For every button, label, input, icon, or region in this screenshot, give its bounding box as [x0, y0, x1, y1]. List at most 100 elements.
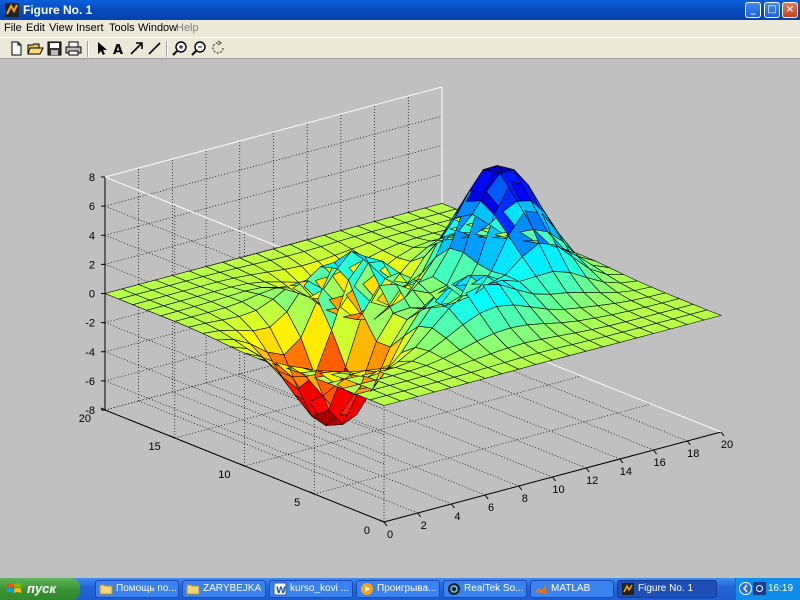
- x-tick-label: 10: [552, 484, 564, 496]
- menu-bar: File Edit View Insert Tools Window Help: [0, 20, 800, 37]
- tray-arrow-icon[interactable]: [739, 582, 752, 595]
- z-tick-label: -4: [85, 347, 95, 359]
- surface-plot[interactable]: 024681012141618200510152086420-2-4-6-8: [0, 60, 800, 578]
- toolbar-separator: [166, 41, 168, 57]
- figure-icon: [622, 583, 634, 595]
- zoom-out-icon[interactable]: [191, 40, 208, 57]
- taskbar-item-label: kurso_kovi ...: [290, 583, 349, 594]
- audio-icon: [448, 583, 460, 595]
- start-label: пуск: [27, 581, 56, 596]
- text-icon[interactable]: A: [110, 40, 127, 58]
- taskbar-item[interactable]: Проигрыва...: [356, 580, 440, 598]
- menu-file[interactable]: File: [4, 22, 22, 34]
- menu-edit[interactable]: Edit: [26, 22, 45, 34]
- minimize-button[interactable]: _: [745, 2, 761, 18]
- matlab-figure-icon: [5, 3, 19, 17]
- close-button[interactable]: ×: [782, 2, 798, 18]
- title-bar: Figure No. 1 _ □ ×: [0, 0, 800, 20]
- z-tick-label: 0: [89, 289, 95, 301]
- taskbar-item-label: Проигрыва...: [377, 583, 437, 594]
- z-tick-label: 2: [89, 259, 95, 271]
- folder-icon: [186, 584, 200, 595]
- x-tick-mark: [653, 449, 657, 455]
- taskbar: пуск Помощь по... ZARYBEJKA W kurso_kovi…: [0, 578, 800, 600]
- toolbar-separator: [87, 41, 89, 57]
- taskbar-item-label: Помощь по...: [116, 583, 177, 594]
- toolbar: A: [0, 37, 800, 59]
- windows-flag-icon: [7, 583, 21, 593]
- taskbar-item[interactable]: ZARYBEJKA: [182, 580, 266, 598]
- word-icon: W: [273, 582, 287, 596]
- x-tick-mark: [484, 494, 489, 500]
- x-tick-label: 20: [721, 439, 733, 451]
- x-tick-label: 8: [522, 493, 528, 505]
- x-tick-label: 6: [488, 502, 494, 514]
- taskbar-item-label: ZARYBEJKA: [203, 583, 262, 594]
- y-tick-label: 0: [364, 525, 370, 537]
- x-tick-mark: [619, 458, 624, 464]
- z-tick-label: 6: [89, 201, 95, 213]
- svg-text:W: W: [276, 586, 286, 596]
- x-tick-label: 0: [387, 529, 393, 541]
- surface-mesh: [104, 164, 722, 426]
- menu-view[interactable]: View: [49, 22, 73, 34]
- window-title: Figure No. 1: [23, 3, 93, 17]
- back-wall-grid-line: [104, 115, 443, 207]
- x-tick-label: 14: [620, 466, 632, 478]
- x-tick-mark: [585, 467, 590, 473]
- x-tick-mark: [417, 512, 422, 518]
- volume-icon[interactable]: [753, 582, 766, 595]
- x-tick-label: 18: [687, 448, 699, 460]
- x-tick-label: 16: [653, 457, 665, 469]
- svg-text:A: A: [113, 43, 123, 57]
- z-tick-label: -6: [85, 376, 95, 388]
- z-tick-label: 4: [89, 230, 95, 242]
- open-folder-icon[interactable]: [27, 40, 44, 57]
- arrow-icon[interactable]: [128, 40, 145, 57]
- floor-grid-line: [138, 400, 418, 514]
- menu-insert[interactable]: Insert: [76, 22, 104, 34]
- system-tray: 16:19: [735, 578, 800, 600]
- x-tick-mark: [552, 476, 556, 482]
- maximize-button[interactable]: □: [764, 2, 780, 18]
- taskbar-item[interactable]: W kurso_kovi ...: [269, 580, 353, 598]
- z-tick-label: -2: [85, 318, 95, 330]
- x-tick-mark: [686, 440, 691, 446]
- taskbar-item[interactable]: Помощь по...: [95, 580, 179, 598]
- y-tick-label: 10: [218, 469, 230, 481]
- x-tick-mark: [383, 521, 388, 527]
- taskbar-item-active[interactable]: Figure No. 1: [617, 580, 717, 598]
- taskbar-item[interactable]: RealTek So...: [443, 580, 527, 598]
- taskbar-item-label: MATLAB: [551, 583, 591, 594]
- x-tick-label: 4: [454, 511, 460, 523]
- figure-canvas[interactable]: 0 2 4 6 8 10 12 14 16 18 20 0 5 10 15 20 8 6 4 2 0 -2 -4 -6 -8: [0, 60, 800, 578]
- z-tick-label: 8: [89, 172, 95, 184]
- matlab-icon: [535, 584, 547, 594]
- taskbar-item[interactable]: MATLAB: [530, 580, 614, 598]
- x-tick-mark: [720, 431, 725, 437]
- y-tick-label: 15: [149, 441, 161, 453]
- taskbar-item-label: RealTek So...: [464, 583, 524, 594]
- taskbar-item-label: Figure No. 1: [638, 583, 694, 594]
- zoom-in-icon[interactable]: [172, 40, 189, 57]
- media-player-icon: [361, 583, 373, 595]
- menu-help[interactable]: Help: [176, 22, 199, 34]
- floor-grid-line: [314, 403, 652, 495]
- new-file-icon[interactable]: [8, 40, 25, 57]
- line-icon[interactable]: [146, 40, 163, 57]
- save-icon[interactable]: [46, 40, 63, 57]
- folder-icon: [99, 584, 113, 595]
- clock: 16:19: [768, 583, 794, 594]
- x-tick-mark: [518, 485, 523, 491]
- x-tick-label: 2: [421, 520, 427, 532]
- z-tick-label: -8: [85, 405, 95, 417]
- start-button[interactable]: пуск: [0, 578, 80, 600]
- y-tick-label: 5: [294, 497, 300, 509]
- pointer-icon[interactable]: [93, 40, 110, 57]
- menu-tools[interactable]: Tools: [109, 22, 135, 34]
- x-tick-mark: [450, 503, 455, 509]
- x-tick-label: 12: [586, 475, 598, 487]
- print-icon[interactable]: [65, 40, 82, 57]
- rotate-icon[interactable]: [210, 40, 227, 57]
- menu-window[interactable]: Window: [138, 22, 177, 34]
